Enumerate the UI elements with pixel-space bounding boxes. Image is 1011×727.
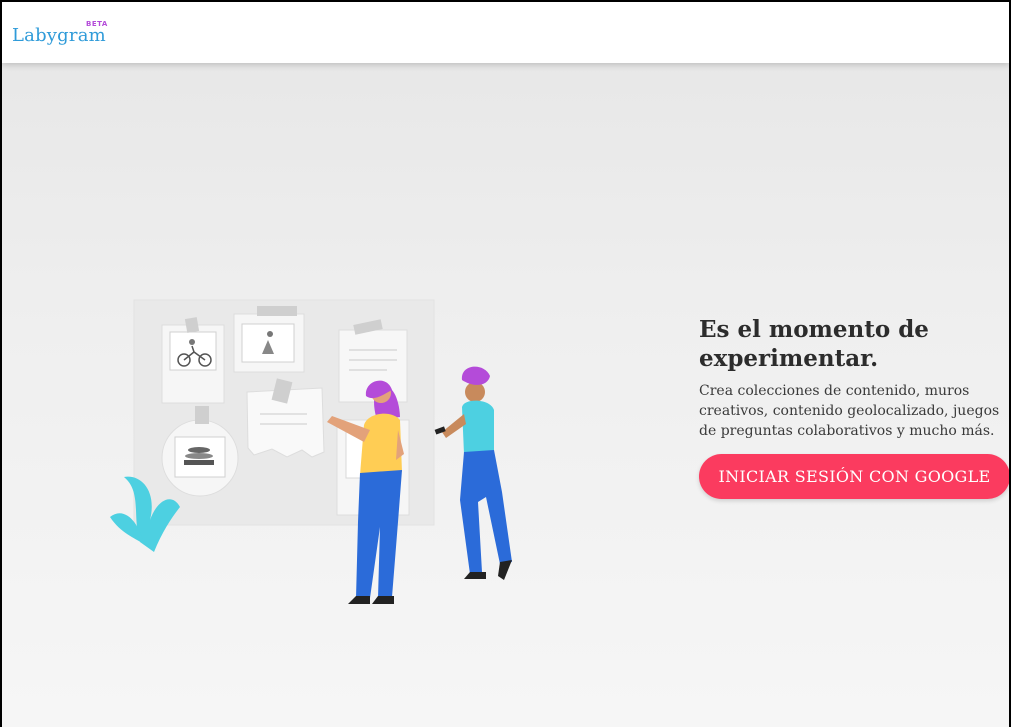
top-bar: Labygram BETA	[2, 2, 1009, 63]
hero-title: Es el momento de experimentar.	[699, 316, 929, 373]
hero-description: Crea colecciones de contenido, muros cre…	[699, 383, 1000, 439]
beta-badge: BETA	[86, 20, 108, 28]
logo[interactable]: Labygram	[12, 25, 106, 46]
app-window: Labygram BETA Es el momento de experimen…	[0, 0, 1011, 727]
people-at-moodboard-illustration	[110, 299, 512, 604]
woman-torso	[360, 413, 402, 475]
google-login-button[interactable]: INICIAR SESIÓN CON GOOGLE	[699, 454, 1009, 499]
man-torso	[462, 400, 494, 454]
